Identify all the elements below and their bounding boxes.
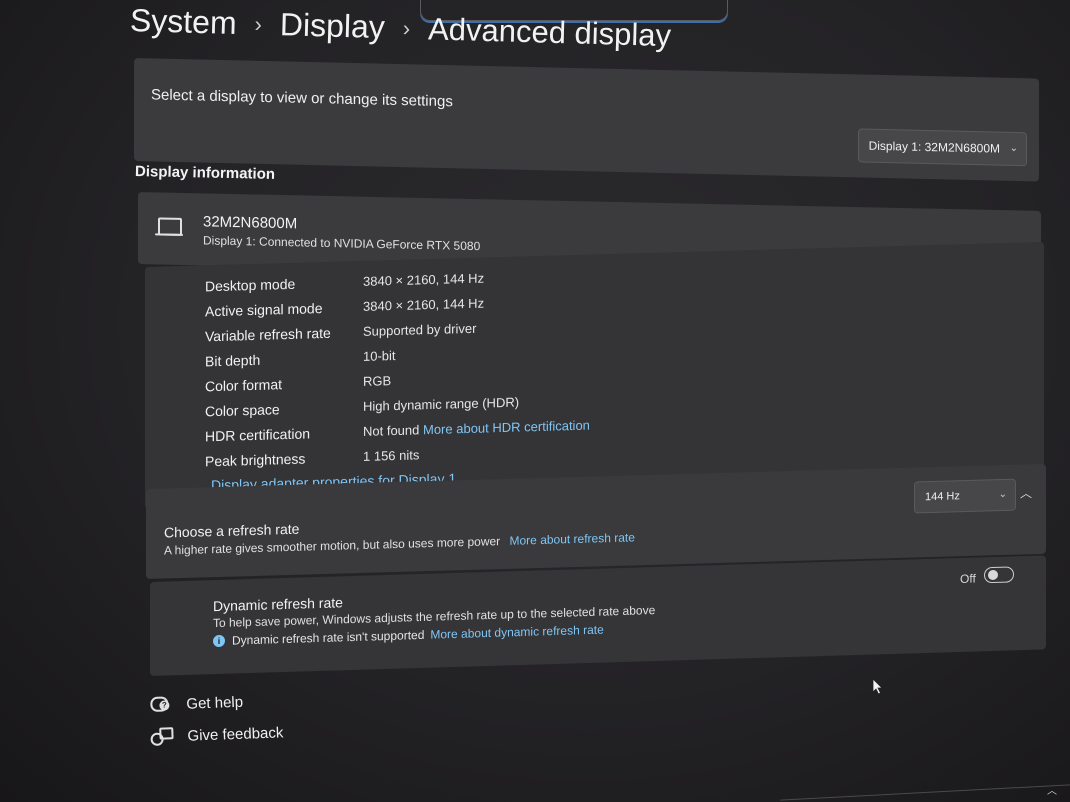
section-title-display-information: Display information	[134, 163, 276, 183]
breadcrumb-system[interactable]: System	[129, 2, 238, 42]
chevron-up-icon[interactable]: ︿	[1020, 484, 1032, 501]
info-value: 10-bit	[363, 348, 396, 364]
info-rows: Desktop mode 3840 × 2160, 144 Hz Active …	[205, 263, 590, 474]
refresh-rate-value: 144 Hz	[925, 490, 960, 504]
chevron-down-icon: ⌄	[1009, 142, 1018, 155]
connection-status: Display 1: Connected to NVIDIA GeForce R…	[203, 233, 481, 254]
info-label: Peak brightness	[205, 450, 306, 469]
info-value: High dynamic range (HDR)	[363, 394, 520, 414]
info-value: RGB	[363, 373, 392, 389]
monitor-name: 32M2N6800M	[203, 213, 298, 233]
monitor-icon	[158, 217, 182, 236]
select-display-label: Select a display to view or change its s…	[151, 86, 453, 111]
dynamic-refresh-title: Dynamic refresh rate	[213, 594, 343, 615]
info-icon: i	[213, 634, 225, 648]
get-help-label: Get help	[186, 693, 244, 713]
chevron-down-icon: ⌄	[998, 488, 1007, 501]
refresh-rate-link[interactable]: More about refresh rate	[510, 530, 635, 548]
help-icon	[149, 695, 170, 714]
display-select-value: Display 1: 32M2N6800M	[868, 138, 1000, 156]
taskbar-edge	[780, 784, 1070, 801]
dynamic-refresh-toggle[interactable]	[984, 566, 1014, 584]
tray-chevron-up-icon[interactable]: ︿	[1047, 782, 1057, 797]
info-value: 1 156 nits	[363, 447, 420, 464]
info-label: Variable refresh rate	[205, 324, 331, 344]
hdr-certification-link[interactable]: More about HDR certification	[423, 418, 590, 438]
give-feedback-link[interactable]: Give feedback	[150, 717, 284, 752]
info-value: 3840 × 2160, 144 Hz	[363, 270, 485, 289]
give-feedback-label: Give feedback	[187, 723, 284, 745]
info-label: Color space	[205, 400, 280, 419]
dynamic-refresh-note-text: Dynamic refresh rate isn't supported	[232, 627, 425, 648]
breadcrumb-separator: ›	[254, 10, 263, 37]
refresh-rate-dropdown[interactable]: 144 Hz ⌄	[914, 478, 1016, 514]
breadcrumb-display[interactable]: Display	[279, 6, 385, 46]
select-display-card: Select a display to view or change its s…	[134, 58, 1039, 182]
info-value: 3840 × 2160, 144 Hz	[363, 295, 485, 314]
info-label: Color format	[205, 375, 283, 394]
info-label: Bit depth	[205, 351, 261, 369]
info-value: Not found More about HDR certification	[363, 418, 590, 439]
get-help-link[interactable]: Get help	[149, 685, 283, 720]
settings-window: System › Display › Advanced display Sele…	[0, 0, 1070, 802]
display-select-dropdown[interactable]: Display 1: 32M2N6800M ⌄	[857, 128, 1027, 167]
refresh-rate-title: Choose a refresh rate	[164, 520, 300, 541]
dynamic-refresh-link[interactable]: More about dynamic refresh rate	[430, 623, 603, 642]
hdr-cert-value: Not found	[363, 422, 420, 439]
info-label: Desktop mode	[205, 275, 296, 294]
feedback-icon	[150, 727, 171, 746]
info-label: HDR certification	[205, 424, 311, 444]
page-title: Advanced display	[427, 10, 672, 53]
mouse-cursor-icon	[872, 678, 883, 695]
breadcrumb-separator: ›	[402, 15, 411, 41]
info-label: Active signal mode	[205, 299, 323, 319]
info-value: Supported by driver	[363, 320, 477, 339]
toggle-state-label: Off	[960, 571, 976, 586]
help-links: Get help Give feedback	[149, 685, 284, 754]
